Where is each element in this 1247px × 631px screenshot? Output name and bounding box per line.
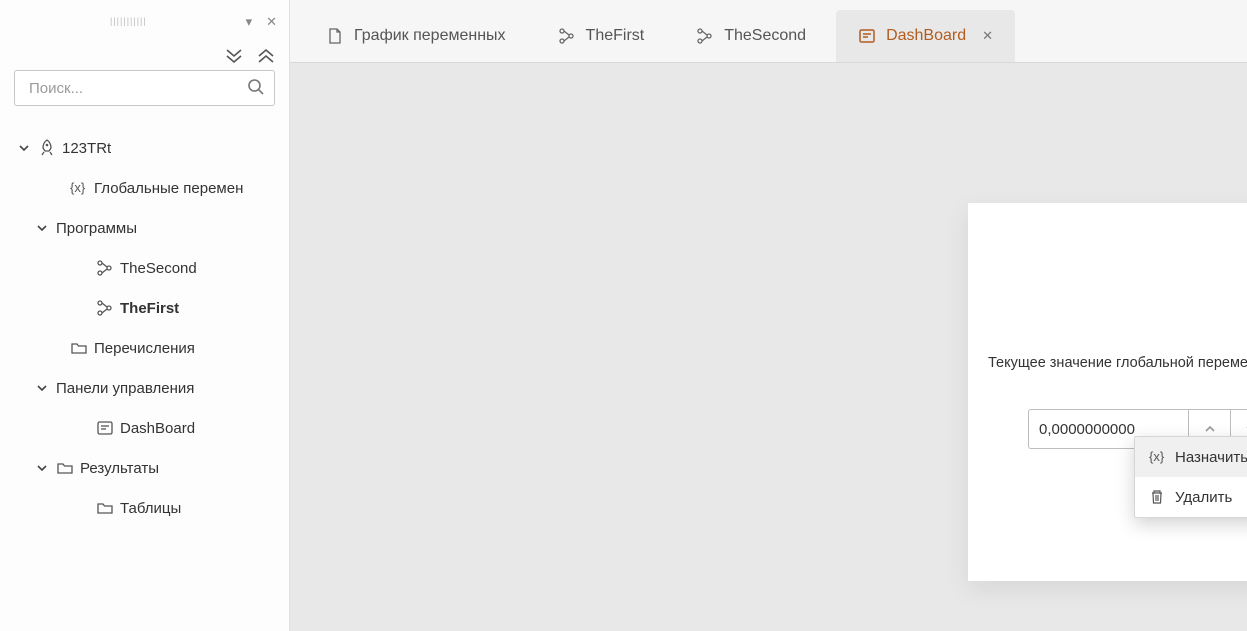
tree-program-item[interactable]: TheSecond xyxy=(0,248,289,288)
search-box xyxy=(14,70,275,106)
tab-label: График переменных xyxy=(354,27,506,45)
trash-icon xyxy=(1149,489,1175,505)
close-icon[interactable]: ✕ xyxy=(266,14,277,30)
tree-programs[interactable]: Программы xyxy=(0,208,289,248)
svg-text:{x}: {x} xyxy=(1149,449,1165,464)
svg-text:{x}: {x} xyxy=(70,180,86,195)
sidebar: ||||||||||| ▾ ✕ xyxy=(0,0,290,631)
variables-icon: {x} xyxy=(1149,448,1175,466)
tree-label: Панели управления xyxy=(56,380,194,397)
dropdown-icon[interactable]: ▾ xyxy=(246,14,253,30)
tab-bar: График переменных TheFirst TheSecond Das… xyxy=(290,0,1247,63)
tree-panels[interactable]: Панели управления xyxy=(0,368,289,408)
project-tree: 123TRt {x} Глобальные перемен Программы … xyxy=(0,120,289,528)
tab-label: DashBoard xyxy=(886,27,966,45)
expand-all-icon[interactable] xyxy=(257,48,275,64)
folder-icon xyxy=(96,499,120,517)
chevron-down-icon[interactable] xyxy=(36,462,56,474)
tree-label: TheFirst xyxy=(120,300,179,317)
tree-project-root[interactable]: 123TRt xyxy=(0,128,289,168)
chevron-down-icon[interactable] xyxy=(18,142,38,154)
search-input[interactable] xyxy=(14,70,275,106)
chevron-down-icon[interactable] xyxy=(36,382,56,394)
chevron-down-icon[interactable] xyxy=(36,222,56,234)
search-icon[interactable] xyxy=(247,78,265,96)
context-menu: {x} Назначить На Удалить Delete xyxy=(1134,436,1247,518)
variables-icon: {x} xyxy=(70,179,94,197)
collapse-all-icon[interactable] xyxy=(225,48,243,64)
tab-thefirst[interactable]: TheFirst xyxy=(536,10,667,62)
tab-chart-vars[interactable]: График переменных xyxy=(304,10,528,62)
tab-dashboard[interactable]: DashBoard ✕ xyxy=(836,10,1015,62)
dashboard-icon xyxy=(96,419,120,437)
rocket-icon xyxy=(38,139,62,157)
tree-label: TheSecond xyxy=(120,260,197,277)
ctx-delete[interactable]: Удалить Delete xyxy=(1135,477,1247,517)
tree-program-item[interactable]: TheFirst xyxy=(0,288,289,328)
tree-tables[interactable]: Таблицы xyxy=(0,488,289,528)
flowchart-icon xyxy=(96,259,120,277)
tree-label: Перечисления xyxy=(94,340,195,357)
tab-close-icon[interactable]: ✕ xyxy=(982,28,993,44)
sidebar-header: ||||||||||| ▾ ✕ xyxy=(0,0,289,70)
tree-label: Глобальные перемен xyxy=(94,180,243,197)
tree-label: 123TRt xyxy=(62,140,111,157)
ctx-assign[interactable]: {x} Назначить На xyxy=(1135,437,1247,477)
tree-label: DashBoard xyxy=(120,420,195,437)
ctx-label: Удалить xyxy=(1175,489,1247,506)
main-area: График переменных TheFirst TheSecond Das… xyxy=(290,0,1247,631)
flowchart-icon xyxy=(696,27,714,45)
tree-label: Программы xyxy=(56,220,137,237)
ctx-label: Назначить На xyxy=(1175,449,1247,466)
dashboard-icon xyxy=(858,27,876,45)
tree-label: Результаты xyxy=(80,460,159,477)
tab-label: TheFirst xyxy=(586,27,645,45)
tree-dashboard-item[interactable]: DashBoard xyxy=(0,408,289,448)
tab-label: TheSecond xyxy=(724,27,806,45)
tree-label: Таблицы xyxy=(120,500,181,517)
drag-grip-icon[interactable]: ||||||||||| xyxy=(110,16,147,26)
tree-globals[interactable]: {x} Глобальные перемен xyxy=(0,168,289,208)
file-icon xyxy=(326,27,344,45)
flowchart-icon xyxy=(558,27,576,45)
value-panel[interactable]: Текущее значение глобальной переменной: xyxy=(968,203,1247,581)
panel-label: Текущее значение глобальной переменной: xyxy=(988,355,1247,371)
tree-results[interactable]: Результаты xyxy=(0,448,289,488)
flowchart-icon xyxy=(96,299,120,317)
canvas[interactable]: Текущее значение глобальной переменной: … xyxy=(290,63,1247,631)
folder-icon xyxy=(56,459,80,477)
tree-enums[interactable]: Перечисления xyxy=(0,328,289,368)
tab-thesecond[interactable]: TheSecond xyxy=(674,10,828,62)
folder-icon xyxy=(70,339,94,357)
